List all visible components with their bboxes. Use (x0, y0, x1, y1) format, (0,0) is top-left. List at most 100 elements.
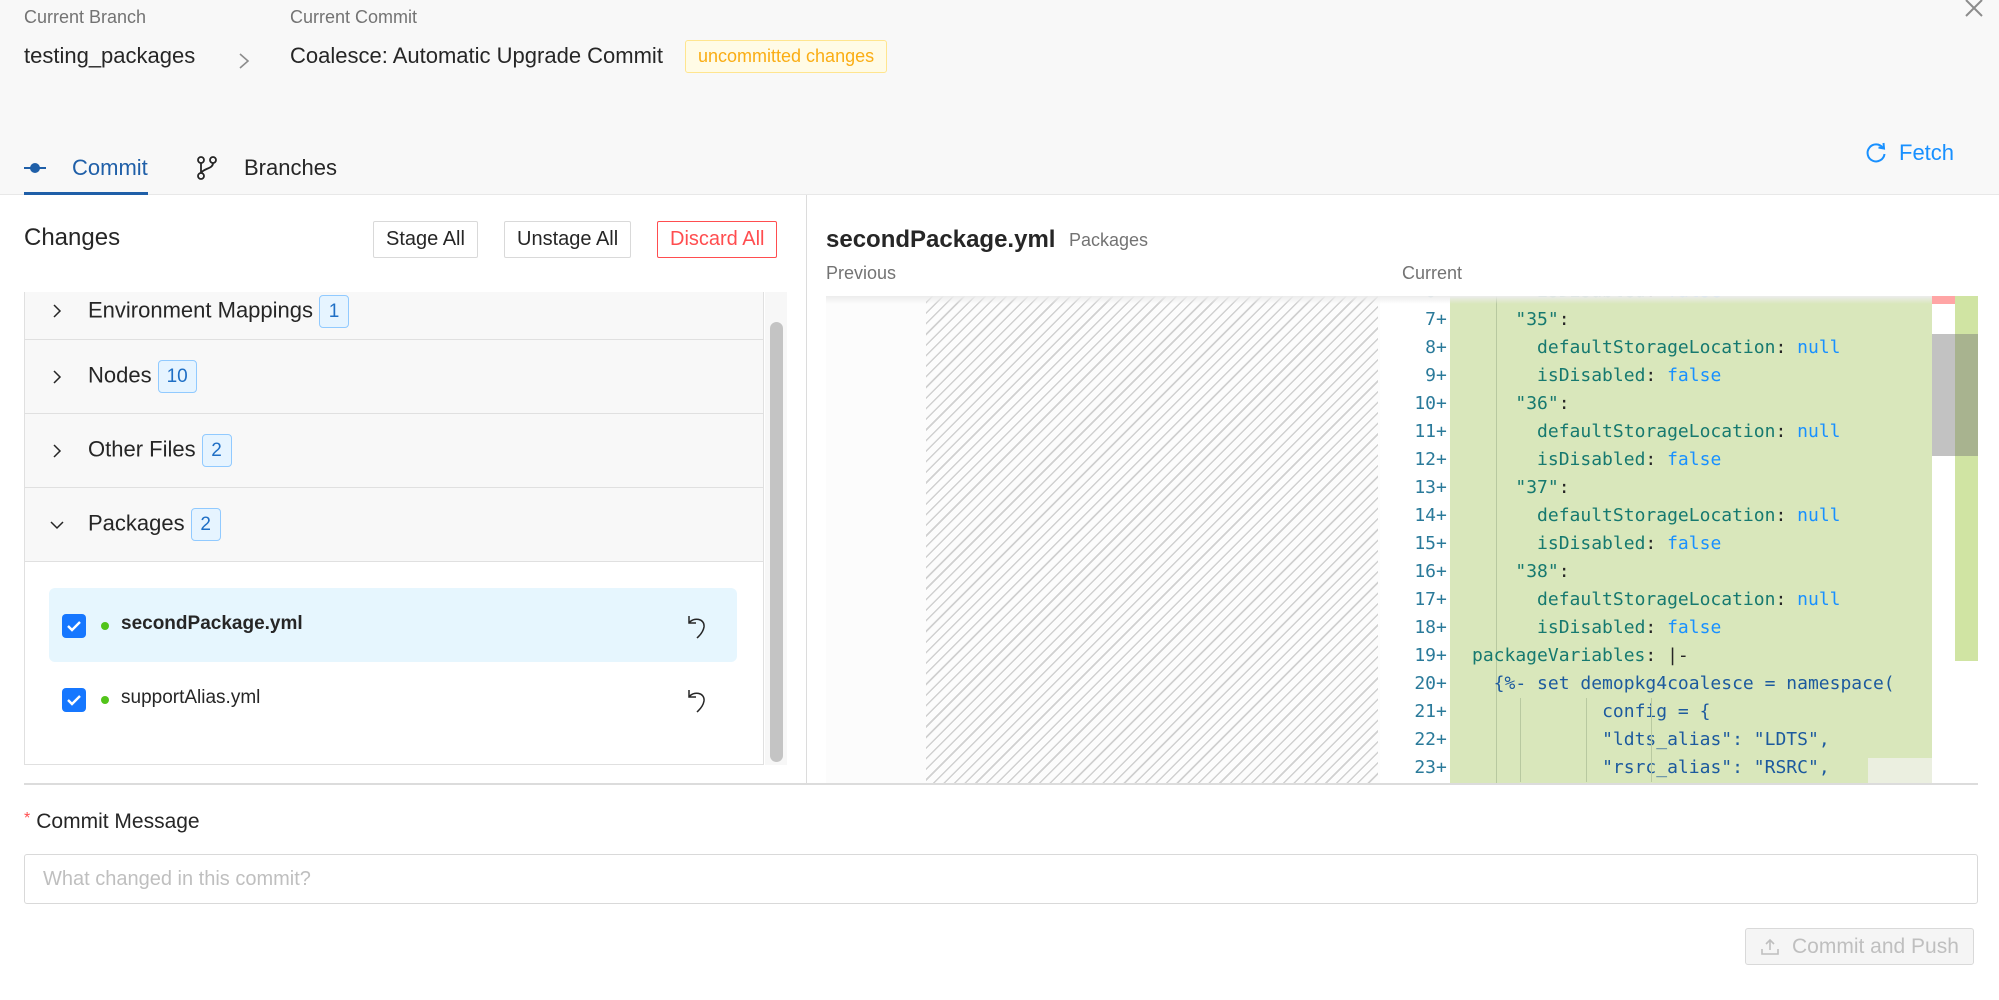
unstage-all-button[interactable]: Unstage All (504, 221, 632, 258)
code-token: : (1558, 393, 1570, 414)
stage-all-button[interactable]: Stage All (373, 221, 478, 258)
diff-line: 10 + "36": (826, 390, 1932, 418)
minimap-viewport[interactable] (1932, 334, 1978, 456)
changes-list: Environment Mappings 1 Nodes 10 Other File… (24, 292, 764, 765)
code-token: : (1558, 309, 1570, 330)
diff-viewer[interactable]: 6+isDisabled: false7+"35":8+defaultStora… (826, 296, 1932, 783)
required-mark: * (24, 810, 31, 827)
line-code: isDisabled: false (1537, 362, 1721, 390)
added-line-marker: + (1436, 337, 1447, 358)
group-nodes[interactable]: Nodes 10 (25, 340, 763, 414)
fetch-button[interactable]: Fetch (1865, 137, 1954, 169)
line-code: defaultStorageLocation: null (1537, 502, 1840, 530)
line-code: "ldts_alias": "LDTS", (1602, 726, 1830, 754)
indent-guide (1520, 726, 1521, 754)
line-number: 10 (1414, 393, 1436, 414)
file-row-second-package[interactable]: secondPackage.yml (49, 588, 737, 662)
code-token: : (1558, 477, 1570, 498)
code-token: "37" (1515, 477, 1559, 498)
code-token: defaultStorageLocation (1537, 505, 1776, 526)
diff-minimap[interactable] (1932, 296, 1978, 783)
uncommitted-changes-badge: uncommitted changes (685, 40, 888, 73)
file-checkbox[interactable] (62, 614, 86, 638)
added-line-marker: + (1436, 449, 1447, 470)
code-token: config = { (1602, 701, 1711, 722)
code-token: null (1797, 505, 1841, 526)
line-number: 19 (1414, 645, 1436, 666)
tab-branches[interactable]: Branches (196, 140, 337, 195)
group-other-files[interactable]: Other Files 2 (25, 414, 763, 488)
diff-line: 23 + "rsrc_alias": "RSRC", (826, 754, 1932, 782)
group-count-badge: 2 (201, 434, 232, 467)
current-commit-value: Coalesce: Automatic Upgrade Commit (290, 43, 663, 68)
panel-divider[interactable] (806, 195, 807, 783)
fetch-label: Fetch (1899, 140, 1955, 165)
changes-scrollbar-thumb[interactable] (770, 322, 783, 762)
code-token: "rsrc_alias": "RSRC", (1602, 757, 1830, 778)
diff-line: 11 + defaultStorageLocation: null (826, 418, 1932, 446)
code-token: null (1797, 589, 1841, 610)
file-checkbox[interactable] (62, 688, 86, 712)
commit-and-push-label: Commit and Push (1792, 934, 1959, 958)
added-line-marker: + (1436, 533, 1447, 554)
diff-line: 12 + isDisabled: false (826, 446, 1932, 474)
added-line-marker: + (1436, 617, 1447, 638)
added-status-dot (101, 622, 109, 630)
diff-line: 17 + defaultStorageLocation: null (826, 586, 1932, 614)
line-number: 15 (1414, 533, 1436, 554)
tab-branches-label: Branches (244, 154, 337, 180)
line-code: "37": (1515, 474, 1569, 502)
tab-commit[interactable]: Commit (24, 140, 148, 195)
commit-and-push-button[interactable]: Commit and Push (1745, 928, 1974, 965)
line-code: {%- set demopkg4coalesce = namespace( (1494, 670, 1895, 698)
code-token: defaultStorageLocation (1537, 421, 1776, 442)
indent-guide (1586, 698, 1587, 726)
diff-line: 19 + packageVariables: |- (826, 642, 1932, 670)
discard-all-button[interactable]: Discard All (657, 221, 778, 258)
revert-icon[interactable] (685, 612, 709, 640)
added-line-marker: + (1436, 729, 1447, 750)
current-branch-value: testing_packages (24, 43, 196, 68)
line-number: 8 (1425, 337, 1436, 358)
line-code: defaultStorageLocation: null (1537, 334, 1840, 362)
commit-message-label: * Commit Message (24, 810, 200, 834)
added-line-marker: + (1436, 309, 1447, 330)
diff-current-label: Current (1402, 263, 1463, 283)
code-token: : (1645, 449, 1668, 470)
changes-title: Changes (24, 224, 121, 251)
diff-line: 14 + defaultStorageLocation: null (826, 502, 1932, 530)
minimap-removed-marker (1932, 296, 1955, 304)
code-token: "ldts_alias": "LDTS", (1602, 729, 1830, 750)
code-token: null (1797, 421, 1841, 442)
scroll-shadow (826, 296, 1932, 304)
diff-line: 15 + isDisabled: false (826, 530, 1932, 558)
close-icon[interactable] (1962, 0, 1986, 20)
code-token: : (1558, 561, 1570, 582)
diff-line: 16 + "38": (826, 558, 1932, 586)
code-token: {%- set demopkg4coalesce = namespace( (1493, 673, 1895, 694)
group-environment-mappings[interactable]: Environment Mappings 1 (25, 292, 763, 340)
group-packages[interactable]: Packages 2 (25, 488, 763, 562)
diff-line: 9 + isDisabled: false (826, 362, 1932, 390)
line-number: 7 (1425, 309, 1436, 330)
code-token: : |- (1645, 645, 1689, 666)
added-line-marker: + (1436, 645, 1447, 666)
code-token: "35" (1515, 309, 1559, 330)
code-token: false (1667, 449, 1722, 470)
diff-line: 7 + "35": (826, 306, 1932, 334)
file-row-support-alias[interactable]: supportAlias.yml (49, 662, 737, 736)
code-token: isDisabled (1537, 449, 1646, 470)
diff-previous-label: Previous (826, 263, 897, 283)
diff-file-name: secondPackage.yml (826, 226, 1056, 253)
commit-message-input[interactable] (24, 854, 1978, 904)
added-line-marker: + (1436, 673, 1447, 694)
line-code: packageVariables: |- (1472, 642, 1689, 670)
branch-icon (197, 155, 217, 180)
revert-icon[interactable] (685, 686, 709, 714)
indent-guide (1586, 754, 1587, 782)
group-count-badge: 10 (157, 360, 197, 393)
code-token: isDisabled (1537, 365, 1646, 386)
commit-message-label-text: Commit Message (36, 810, 200, 833)
active-tab-indicator (24, 192, 148, 195)
added-line-marker: + (1436, 421, 1447, 442)
